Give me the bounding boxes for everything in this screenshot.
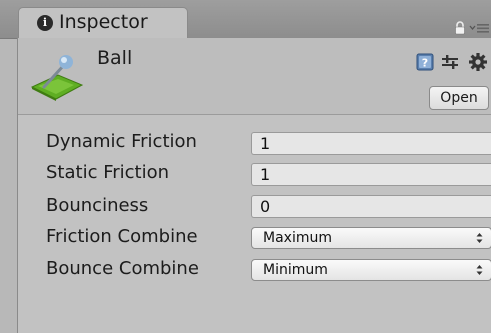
friction-combine-label: Friction Combine: [46, 226, 198, 247]
asset-header: Ball ? Open: [18, 38, 491, 115]
tab-title: Inspector: [59, 11, 148, 33]
bounce-combine-value: Minimum: [263, 262, 328, 278]
tab-inspector[interactable]: i Inspector: [18, 7, 188, 38]
tab-bar: i Inspector: [0, 0, 491, 39]
svg-text:?: ?: [422, 57, 428, 70]
info-icon: i: [37, 15, 53, 31]
lock-icon[interactable]: [453, 21, 467, 35]
bounce-combine-dropdown[interactable]: Minimum: [251, 259, 491, 281]
tab-menu-icon[interactable]: [469, 22, 491, 34]
bounciness-field[interactable]: 0: [251, 195, 491, 218]
friction-combine-dropdown[interactable]: Maximum: [251, 227, 491, 249]
dropdown-arrows-icon: [476, 233, 483, 243]
asset-name: Ball: [97, 47, 133, 69]
dynamic-friction-field[interactable]: 1: [251, 132, 491, 155]
dropdown-arrows-icon: [476, 265, 483, 275]
inspector-panel: Ball ? Open Dynamic Friction 1 Static Fr…: [17, 38, 491, 333]
friction-combine-value: Maximum: [263, 230, 332, 246]
static-friction-field[interactable]: 1: [251, 163, 491, 186]
gear-icon[interactable]: [468, 51, 491, 73]
dynamic-friction-label: Dynamic Friction: [46, 131, 197, 152]
static-friction-label: Static Friction: [46, 162, 170, 183]
open-button[interactable]: Open: [429, 86, 489, 110]
bounce-combine-label: Bounce Combine: [46, 258, 199, 279]
physic-material-icon: [30, 55, 84, 101]
preset-icon[interactable]: [441, 53, 459, 71]
bounciness-label: Bounciness: [46, 195, 149, 216]
help-icon[interactable]: ?: [416, 53, 434, 71]
